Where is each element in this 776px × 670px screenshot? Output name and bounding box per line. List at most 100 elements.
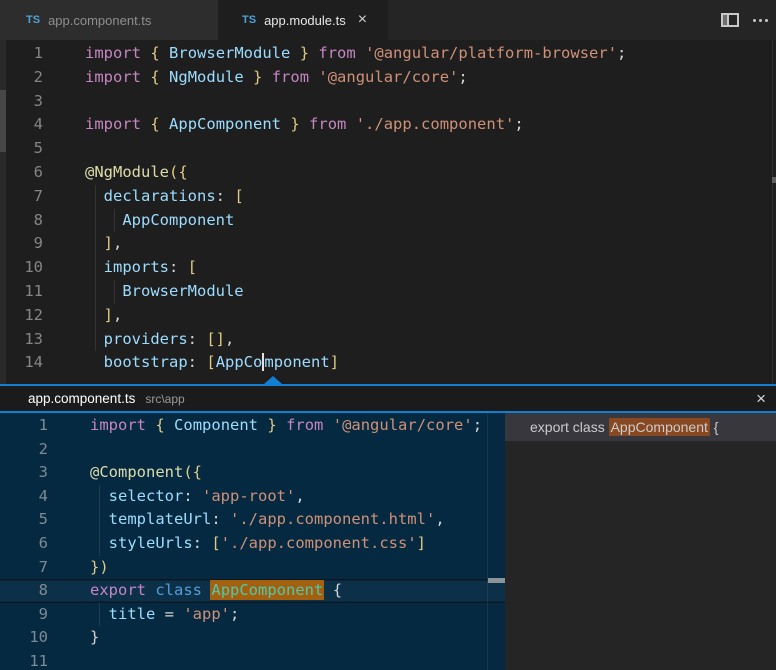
code-line[interactable]: 1import { Component } from '@angular/cor… bbox=[0, 414, 505, 438]
code-line[interactable]: 8 AppComponent bbox=[0, 209, 776, 233]
line-number[interactable]: 6 bbox=[0, 161, 43, 185]
code-token: [ bbox=[211, 534, 220, 552]
code-line[interactable]: 8export class AppComponent { bbox=[0, 579, 505, 603]
reference-item[interactable]: export class AppComponent { bbox=[505, 413, 776, 441]
line-number[interactable]: 4 bbox=[0, 485, 48, 509]
code-token: ; bbox=[458, 68, 467, 86]
code-line[interactable]: 13 providers: [], bbox=[0, 328, 776, 352]
code-token bbox=[141, 68, 150, 86]
line-number[interactable]: 3 bbox=[0, 90, 43, 114]
code-token: BrowserModule bbox=[122, 282, 243, 300]
main-editor[interactable]: 1import { BrowserModule } from '@angular… bbox=[0, 40, 776, 384]
line-number[interactable]: 2 bbox=[0, 438, 48, 462]
tab-app-module-ts[interactable]: TS app.module.ts × bbox=[218, 0, 388, 40]
line-number[interactable]: 3 bbox=[0, 461, 48, 485]
peek-editor-code: 1import { Component } from '@angular/cor… bbox=[0, 413, 505, 670]
code-token: templateUrl bbox=[109, 510, 212, 528]
line-number[interactable]: 6 bbox=[0, 532, 48, 556]
code-line[interactable]: 11 BrowserModule bbox=[0, 280, 776, 304]
line-number[interactable]: 8 bbox=[0, 209, 43, 233]
code-text: import { Component } from '@angular/core… bbox=[48, 414, 482, 438]
main-editor-code: 1import { BrowserModule } from '@angular… bbox=[0, 40, 776, 375]
code-line[interactable]: 10} bbox=[0, 626, 505, 650]
code-token: , bbox=[113, 234, 122, 252]
line-number[interactable]: 4 bbox=[0, 113, 43, 137]
code-line[interactable]: 3 bbox=[0, 90, 776, 114]
code-text: declarations: [ bbox=[43, 185, 244, 209]
split-editor-icon[interactable] bbox=[721, 13, 739, 27]
line-number[interactable]: 10 bbox=[0, 256, 43, 280]
line-number[interactable]: 5 bbox=[0, 137, 43, 161]
code-token bbox=[85, 353, 104, 371]
code-line[interactable]: 12 ], bbox=[0, 304, 776, 328]
peek-editor[interactable]: 1import { Component } from '@angular/cor… bbox=[0, 413, 505, 670]
code-token bbox=[309, 44, 318, 62]
code-line[interactable]: 6@NgModule({ bbox=[0, 161, 776, 185]
vscode-editor-window: TS app.component.ts TS app.module.ts × 1… bbox=[0, 0, 776, 670]
code-line[interactable]: 9 title = 'app'; bbox=[0, 603, 505, 627]
indent-guide bbox=[99, 603, 100, 627]
line-number[interactable]: 1 bbox=[0, 414, 48, 438]
code-line[interactable]: 4 selector: 'app-root', bbox=[0, 485, 505, 509]
line-number[interactable]: 7 bbox=[0, 185, 43, 209]
code-line[interactable]: 4import { AppComponent } from './app.com… bbox=[0, 113, 776, 137]
code-token: NgModule bbox=[169, 68, 244, 86]
tab-close-icon[interactable]: × bbox=[358, 12, 367, 28]
typescript-file-icon: TS bbox=[242, 14, 256, 26]
code-token: @Component bbox=[90, 463, 183, 481]
code-line[interactable]: 9 ], bbox=[0, 232, 776, 256]
line-number[interactable]: 7 bbox=[0, 556, 48, 580]
code-line[interactable]: 3 @Component({ bbox=[0, 461, 505, 485]
tab-label: app.component.ts bbox=[48, 13, 151, 28]
code-line[interactable]: 2import { NgModule } from '@angular/core… bbox=[0, 66, 776, 90]
peek-close-icon[interactable]: × bbox=[756, 386, 766, 411]
overview-ruler-marker bbox=[772, 177, 776, 183]
code-line[interactable]: 7}) bbox=[0, 556, 505, 580]
line-number[interactable]: 14 bbox=[0, 351, 43, 375]
code-token bbox=[146, 416, 155, 434]
line-number[interactable]: 5 bbox=[0, 508, 48, 532]
line-number[interactable]: 1 bbox=[0, 42, 43, 66]
left-scrollbar-thumb[interactable] bbox=[0, 90, 6, 152]
code-token: ({ bbox=[183, 463, 202, 481]
line-number[interactable]: 2 bbox=[0, 66, 43, 90]
code-line[interactable]: 1import { BrowserModule } from '@angular… bbox=[0, 42, 776, 66]
code-token: '@angular/core' bbox=[318, 68, 458, 86]
code-line[interactable]: 5 templateUrl: './app.component.html', bbox=[0, 508, 505, 532]
code-line[interactable]: 10 imports: [ bbox=[0, 256, 776, 280]
code-text: title = 'app'; bbox=[48, 603, 239, 627]
code-token: ] bbox=[417, 534, 426, 552]
line-number[interactable]: 11 bbox=[0, 280, 43, 304]
code-token bbox=[277, 416, 286, 434]
code-token: ; bbox=[230, 605, 239, 623]
code-line[interactable]: 14 bootstrap: [AppComponent] bbox=[0, 351, 776, 375]
code-line[interactable]: 2 bbox=[0, 438, 505, 462]
code-text: AppComponent bbox=[43, 209, 234, 233]
tab-app-component-ts[interactable]: TS app.component.ts bbox=[0, 0, 218, 40]
code-token: = bbox=[155, 605, 183, 623]
code-text: templateUrl: './app.component.html', bbox=[48, 508, 445, 532]
peek-body: 1import { Component } from '@angular/cor… bbox=[0, 413, 776, 670]
line-number[interactable]: 9 bbox=[0, 603, 48, 627]
code-line[interactable]: 6 styleUrls: ['./app.component.css'] bbox=[0, 532, 505, 556]
line-number[interactable]: 11 bbox=[0, 650, 48, 670]
code-line[interactable]: 5 bbox=[0, 137, 776, 161]
more-actions-icon[interactable] bbox=[753, 19, 768, 22]
code-token: title bbox=[109, 605, 156, 623]
overview-ruler-marker bbox=[488, 578, 505, 583]
code-text bbox=[48, 650, 90, 670]
code-text: import { NgModule } from '@angular/core'… bbox=[43, 66, 468, 90]
peek-header: app.component.ts src\app × bbox=[0, 386, 776, 411]
line-number[interactable]: 9 bbox=[0, 232, 43, 256]
line-number[interactable]: 13 bbox=[0, 328, 43, 352]
code-line[interactable]: 11 bbox=[0, 650, 505, 670]
code-token bbox=[258, 416, 267, 434]
code-token: selector bbox=[109, 487, 184, 505]
code-line[interactable]: 7 declarations: [ bbox=[0, 185, 776, 209]
code-token: { bbox=[333, 581, 342, 599]
line-number[interactable]: 8 bbox=[0, 579, 48, 603]
line-number[interactable]: 10 bbox=[0, 626, 48, 650]
code-token: import bbox=[85, 68, 141, 86]
line-number[interactable]: 12 bbox=[0, 304, 43, 328]
code-token: './app.component.html' bbox=[230, 510, 435, 528]
